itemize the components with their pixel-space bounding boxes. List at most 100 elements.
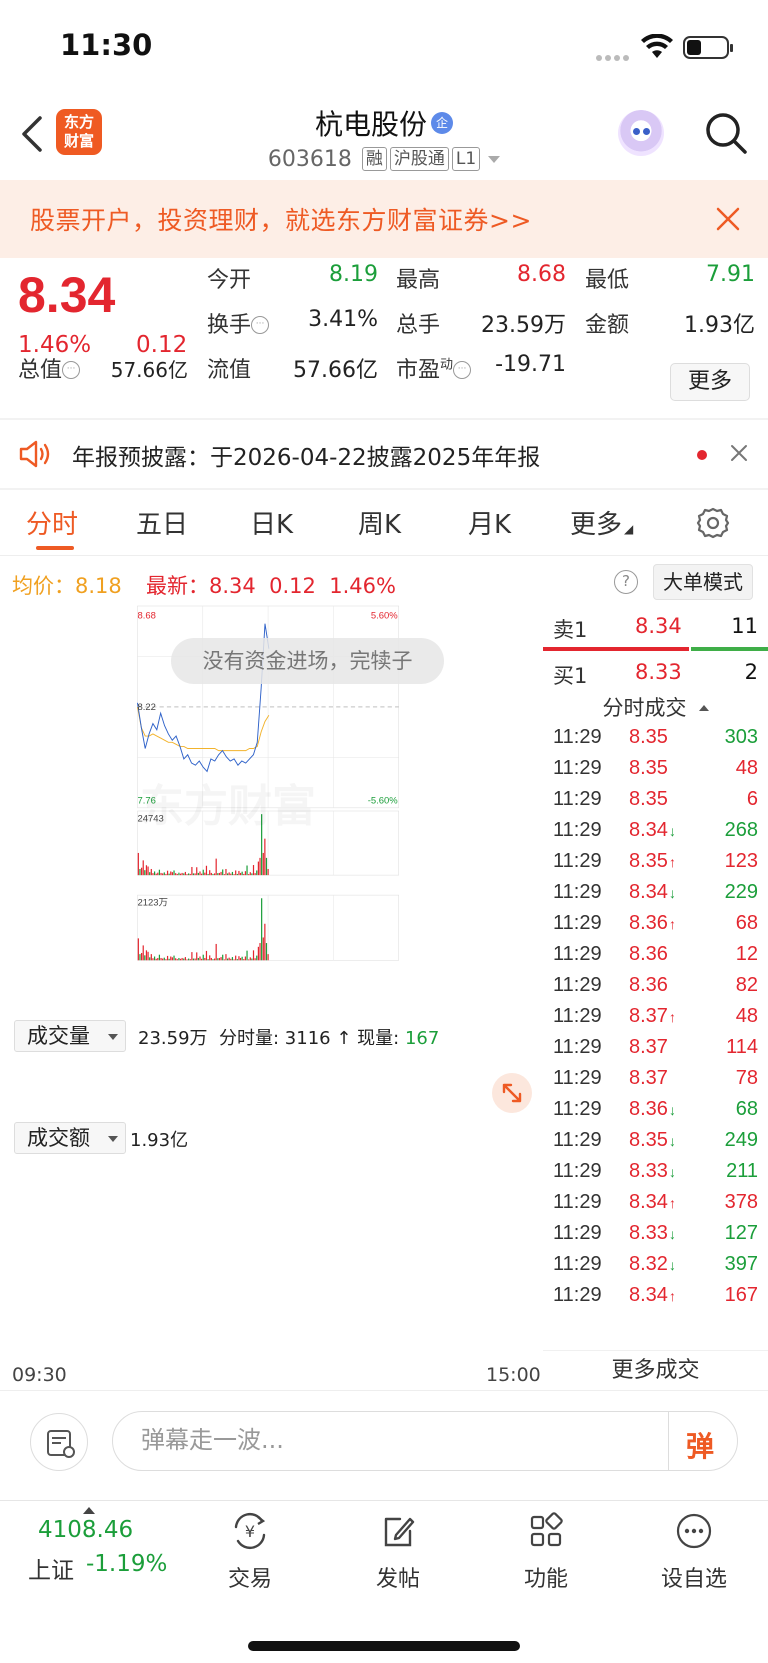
announcement-text[interactable]: 年报预披露：于2026-04-22披露2025年年报 <box>72 438 540 472</box>
tick-price: 8.33↓ <box>629 1222 676 1244</box>
volume-bar <box>192 958 195 961</box>
volume-bar <box>249 872 251 876</box>
volume-bar <box>214 873 216 876</box>
volume-bar <box>218 872 221 876</box>
status-bar: 11:30 <box>0 0 768 95</box>
more-ticks-button[interactable]: 更多成交 <box>543 1350 768 1390</box>
close-icon[interactable] <box>730 444 748 466</box>
tab-more[interactable]: 更多 ◢ <box>570 504 633 541</box>
robot-assistant-icon[interactable] <box>618 110 664 156</box>
tab-intraday[interactable]: 分时 <box>26 504 78 541</box>
tick-price: 8.36↑ <box>629 912 676 934</box>
danmaku-icon[interactable]: 弹 <box>686 1425 714 1465</box>
info-icon[interactable]: ··· <box>453 361 472 379</box>
volume-bar <box>239 872 242 876</box>
ad-banner[interactable]: 股票开户，投资理财，就选东方财富证券>> <box>0 180 768 258</box>
tick-price: 8.37 <box>629 1067 668 1089</box>
volume-bar <box>175 873 177 876</box>
tick-row: 11:29 8.34↑ 378 <box>543 1191 768 1222</box>
volume-bar <box>173 870 175 876</box>
volume-bar <box>149 872 151 876</box>
stock-header: 东方 财富 杭电股份企 603618 融沪股通 L1 <box>0 95 768 180</box>
volume-bar <box>212 959 214 961</box>
volume-bar <box>212 873 214 876</box>
help-icon[interactable]: ? <box>614 570 638 594</box>
index-name[interactable]: 上证 <box>28 1551 74 1585</box>
index-value[interactable]: 4108.46 <box>38 1517 133 1543</box>
amount-total: 1.93亿 <box>130 1130 189 1151</box>
turnover-label[interactable]: 换手 ··· <box>207 307 270 339</box>
volume-bar <box>241 956 243 961</box>
index-percent[interactable]: -1.19% <box>86 1551 167 1577</box>
connect-tag: 沪股通 <box>389 147 449 171</box>
volume-bar <box>197 957 199 961</box>
tick-row: 11:29 8.32↓ 397 <box>543 1253 768 1284</box>
volume-bar <box>256 955 258 961</box>
enterprise-badge: 企 <box>431 112 453 134</box>
volume-bar <box>152 958 154 961</box>
nav-post[interactable]: 发帖 <box>348 1511 448 1593</box>
search-icon[interactable] <box>704 111 748 159</box>
bottom-nav: 4108.46 上证 -1.19% ¥ 交易 发帖 功能 设自选 <box>0 1500 768 1663</box>
grid-icon <box>530 1512 563 1547</box>
amount-header: 成交额 1.93亿 <box>12 1122 541 1156</box>
market-cap-label[interactable]: 总值 ··· <box>18 352 81 384</box>
volume-bar <box>210 957 212 961</box>
tick-price: 8.36 <box>629 974 668 996</box>
volume-indicator-select[interactable]: 成交量 <box>14 1020 126 1052</box>
volume-bar <box>183 873 185 876</box>
tick-price: 8.32↓ <box>629 1253 676 1275</box>
info-icon[interactable]: ··· <box>62 361 81 379</box>
close-icon[interactable] <box>715 206 741 236</box>
note-button[interactable] <box>30 1413 88 1471</box>
chevron-up-icon[interactable] <box>83 1507 95 1514</box>
tick-volume: 6 <box>746 788 758 810</box>
wifi-icon <box>640 33 674 64</box>
more-quote-button[interactable]: 更多 <box>670 363 750 401</box>
volume-bar <box>201 873 203 876</box>
tick-volume: 82 <box>735 974 758 996</box>
tick-price: 8.34↓ <box>629 881 676 903</box>
tick-time: 11:29 <box>553 819 602 841</box>
svg-text:¥: ¥ <box>245 1522 255 1541</box>
gear-icon[interactable] <box>696 506 730 544</box>
tick-volume: 268 <box>724 819 758 841</box>
open-label: 今开 <box>207 268 252 293</box>
tick-time: 11:29 <box>553 788 602 810</box>
tick-row: 11:29 8.34↓ 229 <box>543 881 768 912</box>
expand-icon[interactable] <box>492 1073 532 1113</box>
tick-volume: 114 <box>726 1036 758 1058</box>
tab-daily-k[interactable]: 日K <box>250 504 293 541</box>
big-order-mode-button[interactable]: 大单模式 <box>653 564 753 600</box>
tab-five-day[interactable]: 五日 <box>136 504 188 541</box>
volume-bar <box>226 958 229 961</box>
tick-time: 11:29 <box>553 1129 602 1151</box>
y-axis-top-label: 8.68 <box>137 611 155 622</box>
volume-bar <box>171 872 174 876</box>
announcement-bar[interactable]: 年报预披露：于2026-04-22披露2025年年报 <box>0 420 768 488</box>
pe-label[interactable]: 市盈动 ··· <box>396 352 472 384</box>
info-icon[interactable]: ··· <box>251 316 270 334</box>
danmaku-input[interactable]: 弹幕走一波... <box>112 1411 738 1471</box>
high-label: 最高 <box>396 268 441 293</box>
volume-bar <box>142 860 144 876</box>
tab-weekly-k[interactable]: 周K <box>358 504 401 541</box>
ticks-title[interactable]: 分时成交 <box>543 692 768 722</box>
tick-volume: 68 <box>735 1098 758 1120</box>
volume-bar <box>157 957 159 961</box>
amount-value: 1.93亿 <box>684 313 755 338</box>
bid-ask-ratio-bar <box>543 647 768 651</box>
tick-row: 11:29 8.34↑ 167 <box>543 1284 768 1315</box>
nav-function[interactable]: 功能 <box>496 1511 596 1593</box>
nav-add-watchlist[interactable]: 设自选 <box>644 1511 744 1593</box>
volume-bar <box>186 959 188 961</box>
ad-text[interactable]: 股票开户，投资理财，就选东方财富证券>> <box>30 201 532 237</box>
amount-indicator-select[interactable]: 成交额 <box>14 1122 126 1154</box>
nav-trade[interactable]: ¥ 交易 <box>200 1511 300 1593</box>
volume-bar <box>202 954 204 961</box>
tab-monthly-k[interactable]: 月K <box>468 504 511 541</box>
volume-bar <box>222 954 224 961</box>
tick-volume: 68 <box>735 912 758 934</box>
tick-price: 8.33↓ <box>629 1160 676 1182</box>
volume-bar <box>178 957 180 961</box>
